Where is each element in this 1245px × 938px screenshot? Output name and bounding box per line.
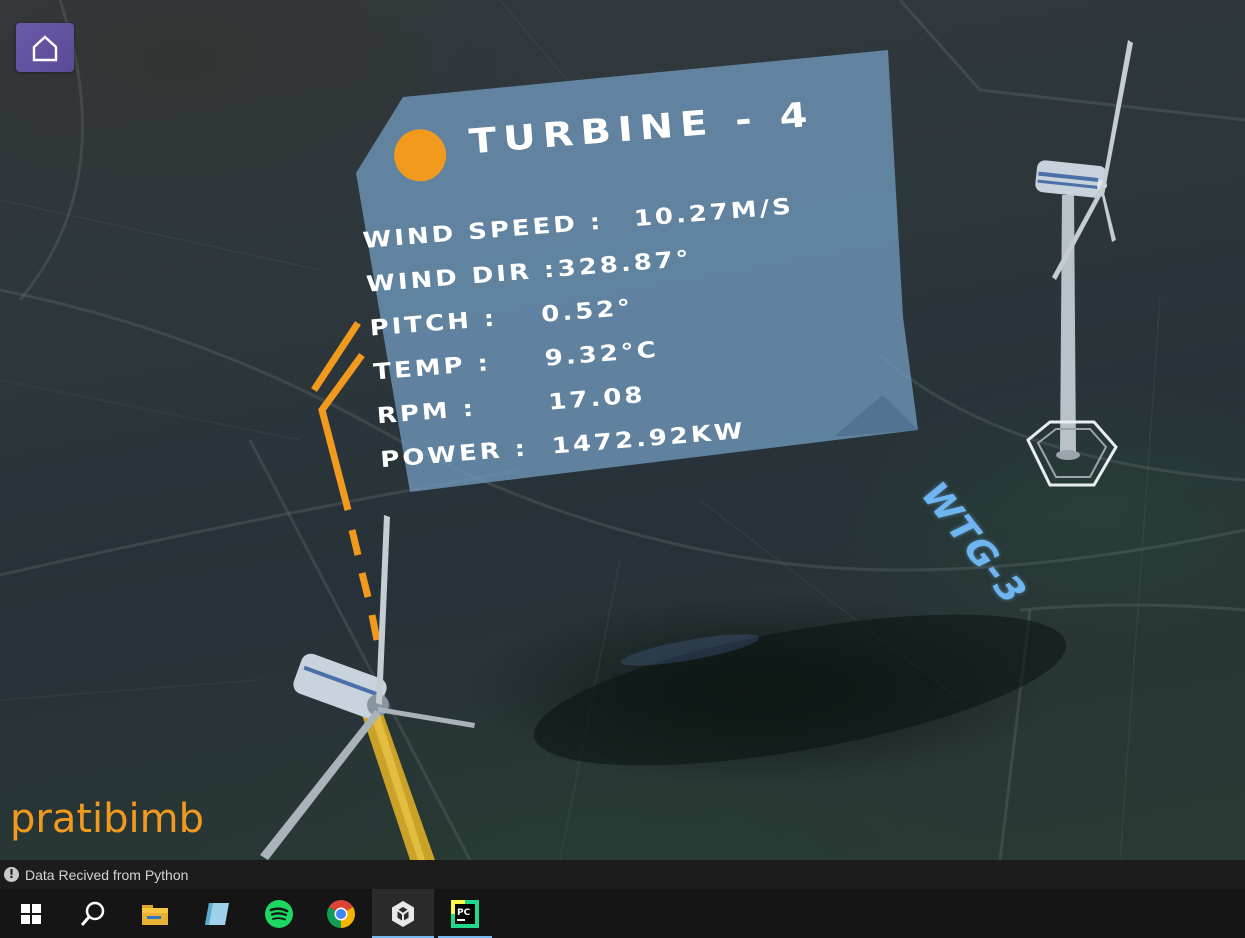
stat-label: WIND SPEED : (361, 209, 605, 254)
stat-row-pitch: PITCH : 0.52° (369, 295, 634, 350)
stat-row-power: POWER : 1472.92KW (379, 418, 746, 482)
pycharm-icon: PC (451, 899, 479, 928)
stat-row-temp: TEMP : 9.32°C (372, 337, 659, 394)
windows-icon (21, 903, 41, 924)
spotify-button[interactable] (248, 889, 310, 938)
stat-value: 328.87° (556, 246, 693, 283)
chrome-button[interactable] (310, 889, 372, 938)
chrome-icon (327, 899, 355, 928)
stat-label: PITCH : (368, 305, 499, 342)
stat-value: 9.32°C (543, 337, 660, 372)
unity-button[interactable] (372, 889, 434, 938)
home-icon (32, 34, 58, 61)
stat-value: 1472.92KW (550, 418, 747, 460)
spotify-icon (265, 899, 293, 928)
home-button[interactable] (16, 23, 74, 72)
status-indicator-dot (392, 127, 449, 184)
stat-value: 17.08 (547, 382, 647, 416)
status-message[interactable]: Data Recived from Python (25, 867, 188, 883)
stat-value: 10.27m/s (632, 193, 795, 233)
search-button[interactable] (62, 889, 124, 938)
stat-row-wind-speed: WIND SPEED : 10.27m/s (362, 194, 795, 262)
wind-turbine-4[interactable] (250, 515, 490, 860)
pycharm-button[interactable]: PC (434, 889, 496, 938)
brand-logo: pratibimb (10, 796, 205, 842)
search-icon (80, 901, 105, 926)
console-status-bar[interactable]: ! Data Recived from Python (0, 860, 1245, 889)
stat-label: WIND DIR : (365, 256, 559, 298)
windows-taskbar: PC (0, 889, 1245, 938)
stat-value: 0.52° (540, 294, 635, 328)
file-explorer-button[interactable] (124, 889, 186, 938)
stat-row-wind-dir: WIND DIR : 328.87° (365, 246, 692, 306)
stat-label: POWER : (379, 435, 530, 474)
stat-label: TEMP : (372, 350, 492, 386)
app-button[interactable] (186, 889, 248, 938)
start-button[interactable] (0, 889, 62, 938)
turbine-title: TURBINE - 4 (467, 95, 816, 162)
stat-label: RPM : (375, 395, 478, 430)
stat-row-rpm: RPM : 17.08 (376, 382, 646, 438)
turbine-info-panel[interactable]: TURBINE - 4 WIND SPEED : 10.27m/s WIND D… (338, 45, 918, 495)
notebook-icon (205, 902, 229, 925)
unity-icon (392, 900, 414, 927)
folder-icon (142, 904, 168, 925)
exclamation-icon: ! (4, 867, 19, 882)
wind-turbine-wtg3[interactable] (1010, 35, 1150, 495)
svg-text:PC: PC (457, 908, 471, 918)
